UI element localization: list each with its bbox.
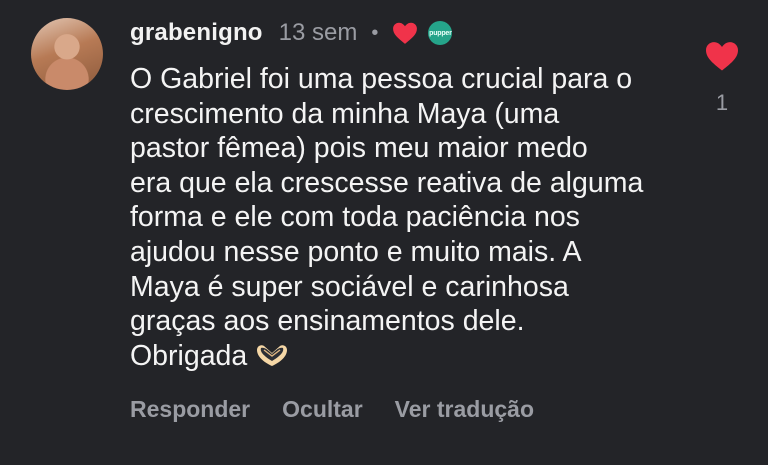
like-control: 1 [704,40,740,116]
comment-line: ajudou nesse ponto e muito mais. A [130,235,582,268]
hide-button[interactable]: Ocultar [282,396,363,423]
comment-line: forma e ele com toda paciência nos [130,201,580,234]
comment-body: O Gabriel foi uma pessoa crucial para o … [130,62,690,373]
comment-last-line: Obrigada [130,339,690,374]
creator-liked-heart-icon [393,22,418,44]
username[interactable]: grabenigno [130,19,263,47]
translate-button[interactable]: Ver tradução [395,396,534,423]
timestamp: 13 sem [278,19,358,46]
comment-line: Obrigada [130,339,248,372]
comment-line: graças aos ensinamentos dele. [130,305,525,338]
avatar[interactable] [31,18,103,90]
comment-line: Maya é super sociável e carinhosa [130,270,569,303]
comment-line: crescimento da minha Maya (uma [130,97,560,130]
like-heart-icon[interactable] [704,40,740,72]
comment-line: era que ela crescesse reativa de alguma [130,166,644,199]
comment-actions: Responder Ocultar Ver tradução [130,396,534,423]
creator-badge-icon: pupper [428,21,453,45]
like-count: 1 [715,90,729,115]
reply-button[interactable]: Responder [130,396,250,423]
comment: grabenigno 13 sem • pupper O Gabriel foi… [0,0,768,465]
separator-dot: • [371,21,379,44]
comment-header: grabenigno 13 sem • pupper [130,18,453,48]
heart-hands-icon [257,344,288,366]
comment-line: O Gabriel foi uma pessoa crucial para o [130,63,633,95]
comment-line: pastor fêmea) pois meu maior medo [130,132,588,165]
